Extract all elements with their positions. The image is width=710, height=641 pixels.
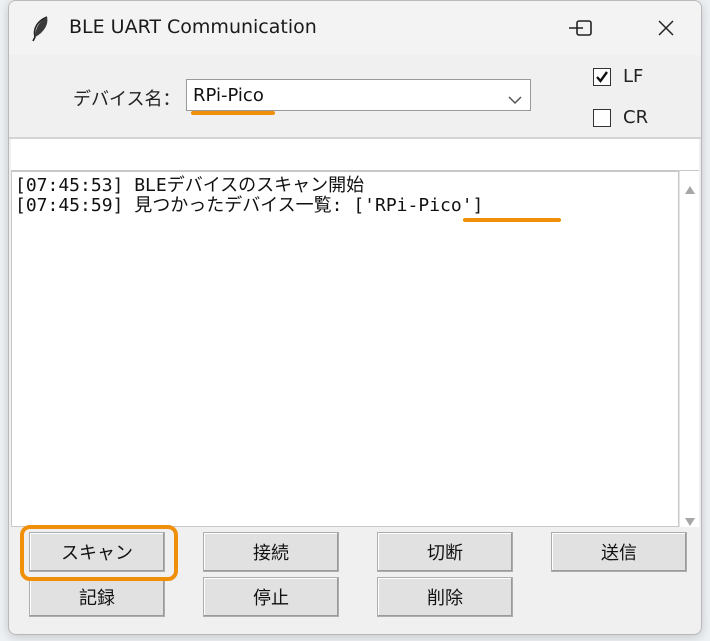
maximize-icon [575,19,593,37]
device-name-value: RPi-Pico [193,85,264,106]
lf-option[interactable]: LF [593,66,643,87]
scroll-down-arrow-icon[interactable] [685,511,695,530]
cr-option[interactable]: CR [593,107,648,128]
device-name-underline-highlight [191,111,275,115]
app-window: BLE UART Communication デバイス名： RPi-Pico L… [8,0,702,635]
record-button[interactable]: 記録 [29,577,165,617]
lf-label: LF [623,66,644,87]
cr-label: CR [623,107,649,128]
log-line: [07:45:53] BLEデバイスのスキャン開始 [15,175,365,196]
cr-checkbox[interactable] [593,108,611,127]
log-text-area[interactable]: [07:45:53] BLEデバイスのスキャン開始 [07:45:59] 見つか… [11,171,679,527]
log-scrollbar[interactable] [679,171,699,527]
title-bar: BLE UART Communication [9,1,701,55]
stop-button[interactable]: 停止 [203,577,339,617]
send-button[interactable]: 送信 [551,532,687,572]
disconnect-button[interactable]: 切断 [377,532,513,572]
connect-button[interactable]: 接続 [203,532,339,572]
send-text-input[interactable] [11,139,699,171]
device-name-combobox[interactable]: RPi-Pico [186,79,531,115]
delete-button[interactable]: 削除 [377,577,513,617]
close-button[interactable] [635,1,697,55]
scroll-up-arrow-icon[interactable] [685,179,695,198]
device-list-underline-highlight [463,218,561,222]
window-title: BLE UART Communication [69,16,317,38]
maximize-button[interactable] [553,1,615,55]
log-line: [07:45:59] 見つかったデバイス一覧: ['RPi-Pico'] [15,195,484,216]
device-name-label: デバイス名： [73,89,181,110]
close-icon [657,19,675,37]
feather-icon [29,15,51,43]
lf-checkbox[interactable] [593,67,611,86]
scan-button[interactable]: スキャン [29,532,165,572]
chevron-down-icon[interactable] [508,90,522,109]
